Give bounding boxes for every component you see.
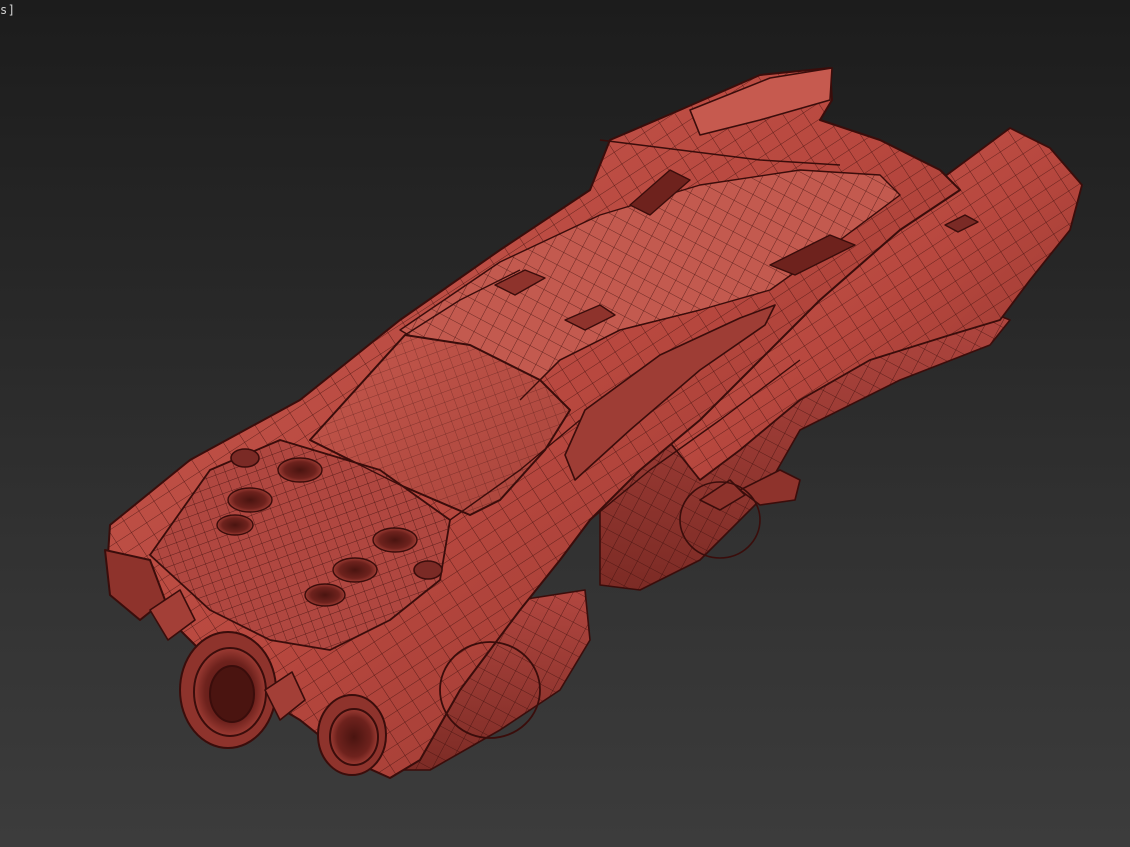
car-model[interactable] xyxy=(104,67,1083,779)
intake-hole xyxy=(216,514,254,536)
engine-cap xyxy=(230,448,260,468)
viewport-scene[interactable] xyxy=(0,0,1130,847)
intake-hole xyxy=(277,457,323,483)
intake-hole xyxy=(332,557,378,583)
main-thruster-core xyxy=(209,665,255,723)
3d-viewport[interactable]: s] xyxy=(0,0,1130,847)
engine-cap xyxy=(413,560,443,580)
side-thruster-inner xyxy=(329,708,379,766)
intake-hole xyxy=(227,487,273,513)
intake-hole xyxy=(372,527,418,553)
intake-hole xyxy=(304,583,346,607)
